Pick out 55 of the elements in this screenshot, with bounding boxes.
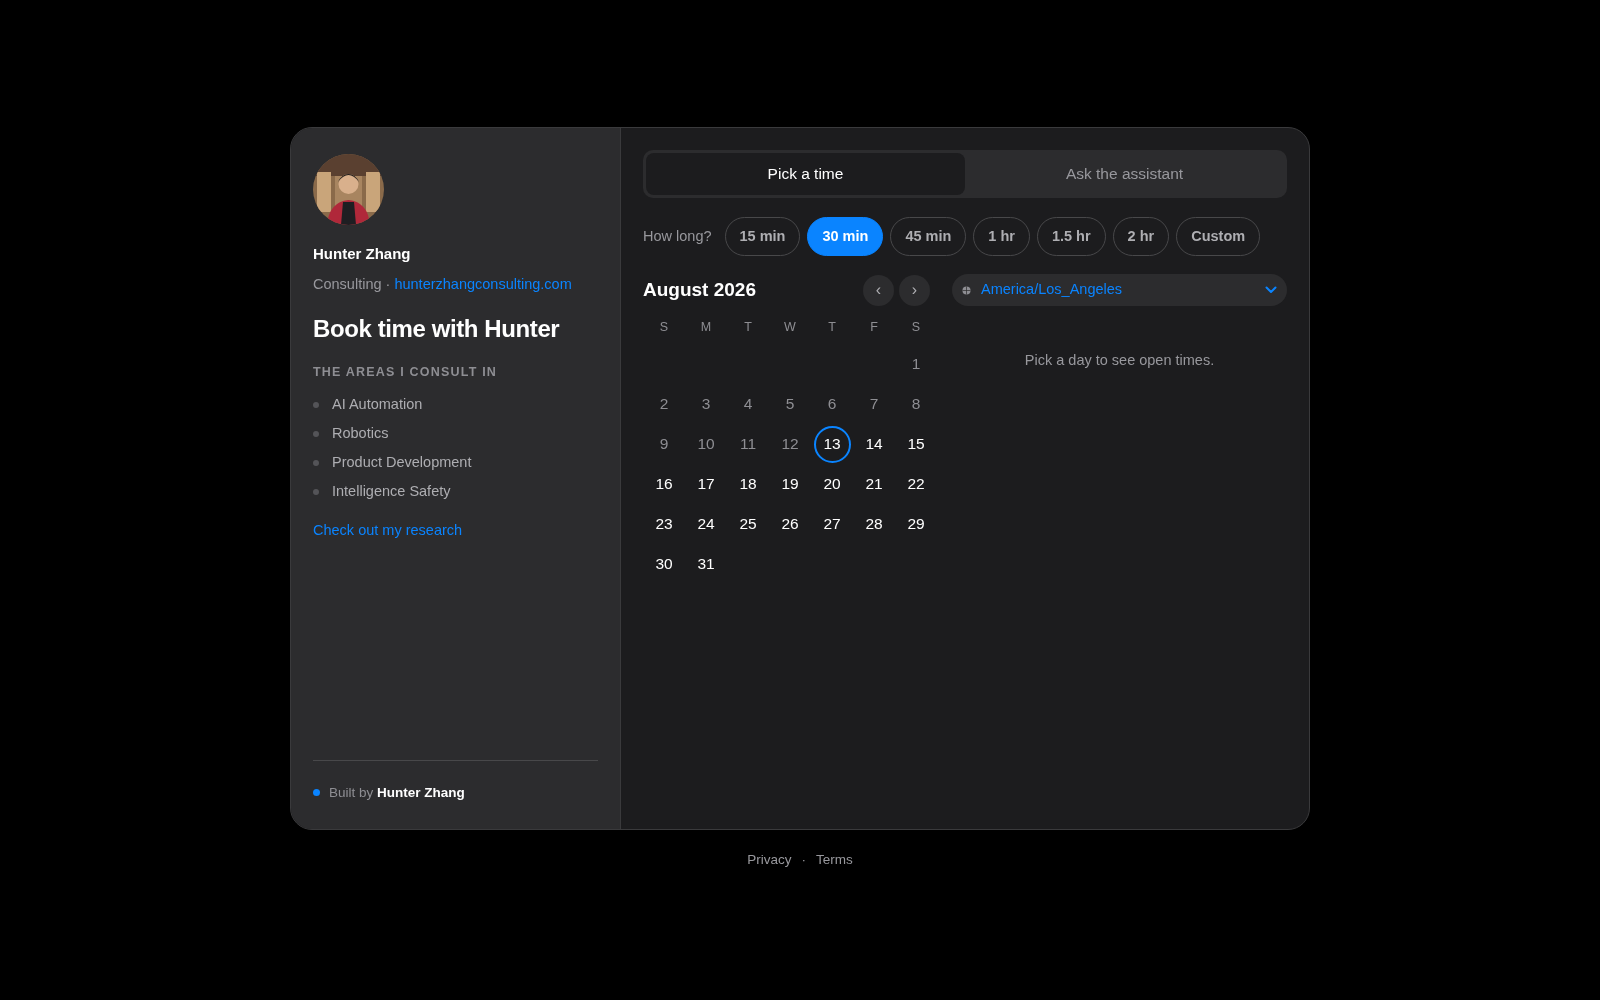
- calendar-day[interactable]: 14: [855, 425, 893, 463]
- calendar-day[interactable]: 13: [813, 425, 851, 463]
- bullet-icon: [313, 459, 319, 466]
- page-heading: Book time with Hunter: [313, 314, 561, 345]
- month-title: August 2026: [643, 277, 756, 302]
- calendar-day[interactable]: 17: [687, 465, 725, 503]
- profile-name: Hunter Zhang: [313, 244, 412, 264]
- weekday-label: T: [827, 319, 837, 336]
- tab[interactable]: Ask the assistant: [965, 153, 1284, 195]
- area-item: Robotics: [332, 423, 389, 443]
- bullet-icon: [313, 401, 319, 408]
- area-item: Product Development: [332, 452, 472, 472]
- calendar-day[interactable]: 27: [813, 505, 851, 543]
- area-item: AI Automation: [332, 394, 423, 414]
- duration-label: How long?: [643, 226, 712, 246]
- calendar-day[interactable]: 28: [855, 505, 893, 543]
- previous-month-button[interactable]: ‹: [863, 274, 894, 306]
- tab[interactable]: Pick a time: [646, 153, 965, 195]
- calendar-day[interactable]: 18: [729, 465, 767, 503]
- website-link[interactable]: hunterzhangconsulting.com: [394, 275, 572, 292]
- calendar-day[interactable]: 31: [687, 545, 725, 583]
- calendar-day[interactable]: 23: [645, 505, 683, 543]
- chevron-down-icon: [1265, 286, 1277, 294]
- globe-icon: [962, 285, 971, 295]
- company-label: Consulting ·: [313, 275, 392, 292]
- next-month-button[interactable]: ›: [899, 274, 930, 306]
- calendar-day[interactable]: 19: [771, 465, 809, 503]
- footer-link[interactable]: Privacy: [747, 850, 792, 871]
- calendar-day[interactable]: 15: [897, 425, 935, 463]
- calendar-day[interactable]: 24: [687, 505, 725, 543]
- weekday-label: F: [869, 319, 879, 336]
- weekday-label: T: [743, 319, 753, 336]
- weekday-label: S: [658, 319, 670, 336]
- calendar-day[interactable]: 21: [855, 465, 893, 503]
- calendar-day[interactable]: 30: [645, 545, 683, 583]
- duration-option[interactable]: 30 min: [807, 217, 884, 256]
- timezone-select[interactable]: America/Los_Angeles: [952, 274, 1287, 306]
- bullet-icon: [313, 430, 319, 437]
- calendar-day[interactable]: 29: [897, 505, 935, 543]
- weekday-label: W: [783, 319, 797, 336]
- footer-link[interactable]: Terms: [816, 850, 853, 871]
- calendar-day[interactable]: 22: [897, 465, 935, 503]
- empty-times-message: Pick a day to see open times.: [1023, 351, 1216, 370]
- calendar-day[interactable]: 26: [771, 505, 809, 543]
- section-label: THE AREAS I CONSULT IN: [313, 364, 499, 382]
- calendar-day[interactable]: 25: [729, 505, 767, 543]
- separator-dot: ·: [801, 851, 806, 869]
- calendar-day[interactable]: 20: [813, 465, 851, 503]
- weekday-label: S: [910, 319, 922, 336]
- calendar-day[interactable]: 16: [645, 465, 683, 503]
- research-link[interactable]: Check out my research: [313, 520, 463, 542]
- bullet-icon: [313, 488, 319, 495]
- built-by-text: Built by Hunter Zhang: [329, 783, 465, 802]
- area-item: Intelligence Safety: [332, 481, 451, 501]
- weekday-label: M: [699, 319, 713, 336]
